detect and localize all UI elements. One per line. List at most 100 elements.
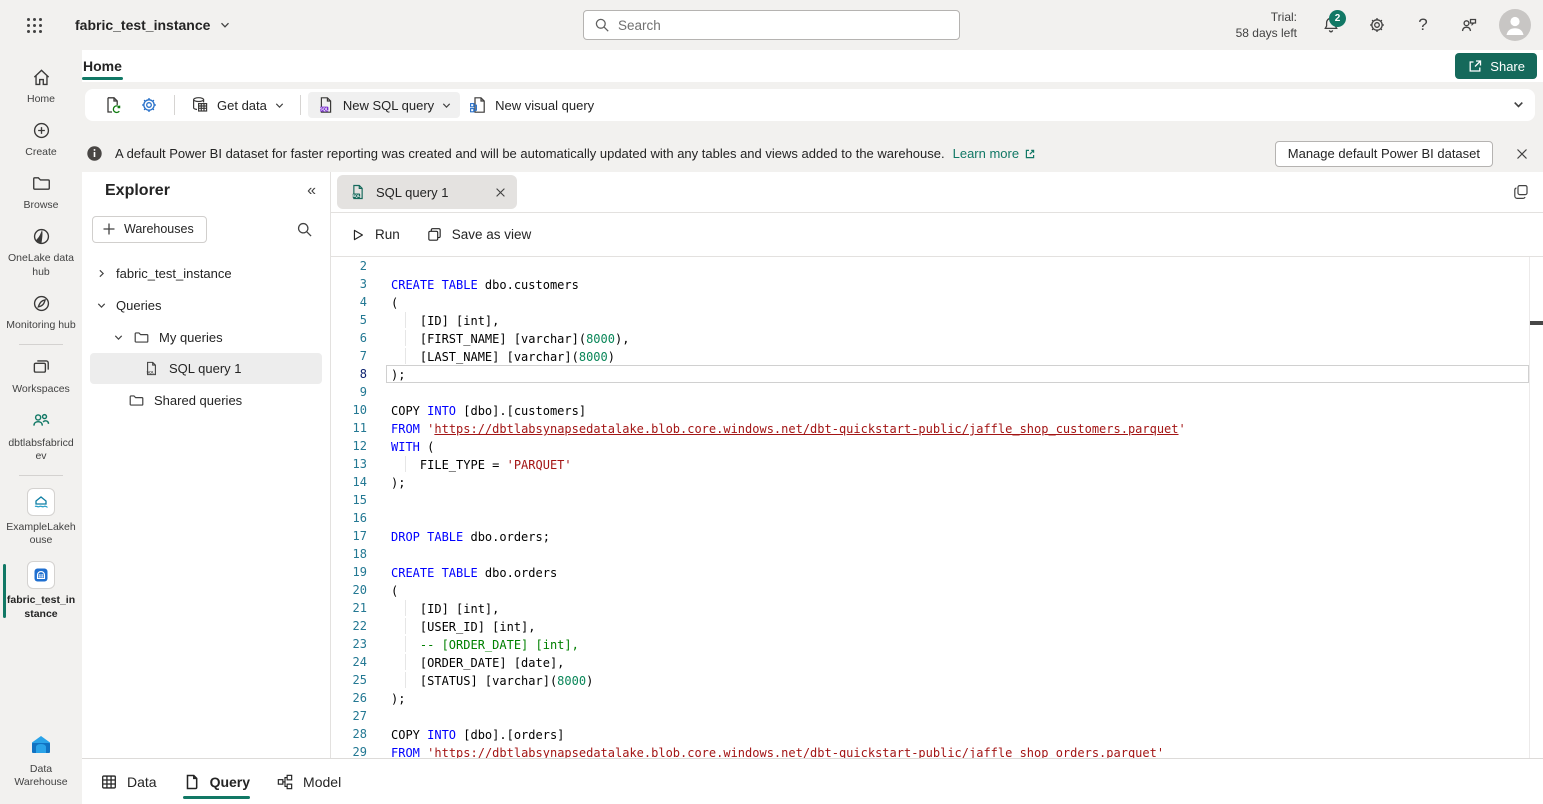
ribbon-settings-button[interactable] (131, 92, 167, 118)
share-icon (1467, 58, 1483, 74)
tree-item-sql-query-1[interactable]: SQL SQL query 1 (90, 353, 322, 384)
code-line[interactable]: 4( (331, 293, 1529, 311)
settings-button[interactable] (1361, 9, 1393, 41)
run-icon (350, 227, 366, 243)
share-button[interactable]: Share (1455, 53, 1537, 79)
tab-data[interactable]: Data (100, 759, 157, 804)
new-sql-query-button[interactable]: SQL New SQL query (308, 92, 460, 118)
code-line[interactable]: 21 [ID] [int], (331, 599, 1529, 617)
code-line[interactable]: 22 [USER_ID] [int], (331, 617, 1529, 635)
ribbon-toolbar: Get data SQL New SQL query New visual qu… (85, 89, 1535, 121)
new-visual-query-button[interactable]: New visual query (460, 92, 602, 118)
nav-item-onelake-data-hub[interactable]: OneLake data hub (2, 219, 80, 285)
code-line[interactable]: 5 [ID] [int], (331, 311, 1529, 329)
ribbon-collapse-button[interactable] (1512, 98, 1525, 111)
notifications-button[interactable]: 2 (1315, 9, 1347, 41)
code-line[interactable]: 19CREATE TABLE dbo.orders (331, 563, 1529, 581)
learn-more-link[interactable]: Learn more (953, 146, 1037, 161)
plus-circle-icon (31, 120, 52, 141)
code-line[interactable]: 20( (331, 581, 1529, 599)
tree-item-my-queries[interactable]: My queries (82, 321, 330, 353)
code-line[interactable]: 29FROM 'https://dbtlabsynapsedatalake.bl… (331, 743, 1529, 758)
query-tab-title: SQL query 1 (376, 185, 449, 200)
tree-item-queries[interactable]: Queries (82, 289, 330, 321)
nav-item-data-warehouse[interactable]: Data Warehouse (2, 725, 80, 796)
tab-sql-query-1[interactable]: SQL SQL query 1 (337, 175, 517, 209)
nav-item-fabric-test-instance[interactable]: fabric_test_instance (2, 554, 80, 627)
explorer-search-button[interactable] (290, 215, 318, 243)
tree-item-shared-queries[interactable]: Shared queries (82, 384, 330, 416)
nav-item-browse[interactable]: Browse (2, 166, 80, 219)
code-editor[interactable]: 23CREATE TABLE dbo.customers4(5 [ID] [in… (331, 257, 1543, 758)
code-line[interactable]: 6 [FIRST_NAME] [varchar](8000), (331, 329, 1529, 347)
get-data-button[interactable]: Get data (182, 92, 293, 118)
save-as-view-button[interactable]: Save as view (426, 226, 532, 243)
tree-item-fabric-test-instance[interactable]: fabric_test_instance (82, 257, 330, 289)
code-line[interactable]: 17DROP TABLE dbo.orders; (331, 527, 1529, 545)
refresh-button[interactable] (95, 92, 131, 118)
search-box[interactable] (583, 10, 960, 40)
plus-icon (102, 222, 116, 236)
code-line[interactable]: 23 -- [ORDER_DATE] [int], (331, 635, 1529, 653)
code-line[interactable]: 15 (331, 491, 1529, 509)
code-line[interactable]: 26); (331, 689, 1529, 707)
notification-badge: 2 (1329, 10, 1346, 27)
chevron-down-icon (219, 19, 231, 31)
double-chevron-left-icon: « (307, 182, 316, 199)
nav-item-home[interactable]: Home (2, 60, 80, 113)
editor-scrollbar[interactable] (1529, 257, 1543, 758)
code-line[interactable]: 18 (331, 545, 1529, 563)
code-line[interactable]: 11FROM 'https://dbtlabsynapsedatalake.bl… (331, 419, 1529, 437)
info-icon (86, 145, 103, 162)
help-button[interactable]: ? (1407, 9, 1439, 41)
run-button[interactable]: Run (350, 227, 400, 243)
tab-model[interactable]: Model (276, 759, 341, 804)
nav-item-examplelakehouse[interactable]: ExampleLakehouse (2, 481, 80, 554)
code-line[interactable]: 8); (331, 365, 1529, 383)
search-input[interactable] (618, 18, 949, 33)
nav-item-workspace-dbtlabsfabricdev[interactable]: dbtlabsfabricdev (2, 403, 80, 470)
top-bar: fabric_test_instance Trial: 58 days left… (0, 0, 1543, 50)
visual-query-file-icon (468, 95, 488, 115)
code-line[interactable]: 9 (331, 383, 1529, 401)
code-line[interactable]: 7 [LAST_NAME] [varchar](8000) (331, 347, 1529, 365)
tab-home[interactable]: Home (82, 50, 123, 82)
toolbar-divider (300, 95, 301, 115)
chevron-down-icon (1512, 98, 1525, 111)
account-avatar[interactable] (1499, 9, 1531, 41)
code-line[interactable]: 24 [ORDER_DATE] [date], (331, 653, 1529, 671)
new-warehouse-button[interactable]: Warehouses (92, 216, 207, 243)
banner-close-button[interactable] (1509, 141, 1535, 167)
code-line[interactable]: 10COPY INTO [dbo].[customers] (331, 401, 1529, 419)
trial-status: Trial: 58 days left (1236, 9, 1297, 41)
workspace-switcher[interactable]: fabric_test_instance (75, 17, 231, 33)
people-icon (30, 410, 52, 432)
query-toolbar: Run Save as view (331, 213, 1543, 257)
code-line[interactable]: 13 FILE_TYPE = 'PARQUET' (331, 455, 1529, 473)
code-line[interactable]: 12WITH ( (331, 437, 1529, 455)
nav-item-monitoring-hub[interactable]: Monitoring hub (2, 286, 80, 339)
query-tab-bar: SQL SQL query 1 (331, 172, 1543, 213)
nav-item-workspaces[interactable]: Workspaces (2, 350, 80, 403)
code-line[interactable]: 28COPY INTO [dbo].[orders] (331, 725, 1529, 743)
chevron-down-icon (95, 300, 107, 311)
code-line[interactable]: 27 (331, 707, 1529, 725)
tab-query[interactable]: Query (183, 759, 250, 804)
search-icon (594, 17, 610, 33)
explorer-collapse-button[interactable]: « (307, 182, 316, 200)
nav-item-create[interactable]: Create (2, 113, 80, 166)
copy-button[interactable] (1512, 183, 1530, 201)
manage-dataset-button[interactable]: Manage default Power BI dataset (1275, 141, 1493, 167)
code-line[interactable]: 3CREATE TABLE dbo.customers (331, 275, 1529, 293)
code-line[interactable]: 25 [STATUS] [varchar](8000) (331, 671, 1529, 689)
code-line[interactable]: 2 (331, 257, 1529, 275)
code-line[interactable]: 14); (331, 473, 1529, 491)
rail-divider (19, 344, 63, 345)
query-editor-area: SQL SQL query 1 Run Save as (330, 172, 1543, 758)
feedback-button[interactable] (1453, 9, 1485, 41)
waffle-menu-button[interactable] (17, 8, 51, 42)
code-lines[interactable]: 23CREATE TABLE dbo.customers4(5 [ID] [in… (331, 257, 1529, 758)
code-line[interactable]: 16 (331, 509, 1529, 527)
tab-close-button[interactable] (494, 186, 507, 199)
scrollbar-mark (1530, 321, 1543, 325)
